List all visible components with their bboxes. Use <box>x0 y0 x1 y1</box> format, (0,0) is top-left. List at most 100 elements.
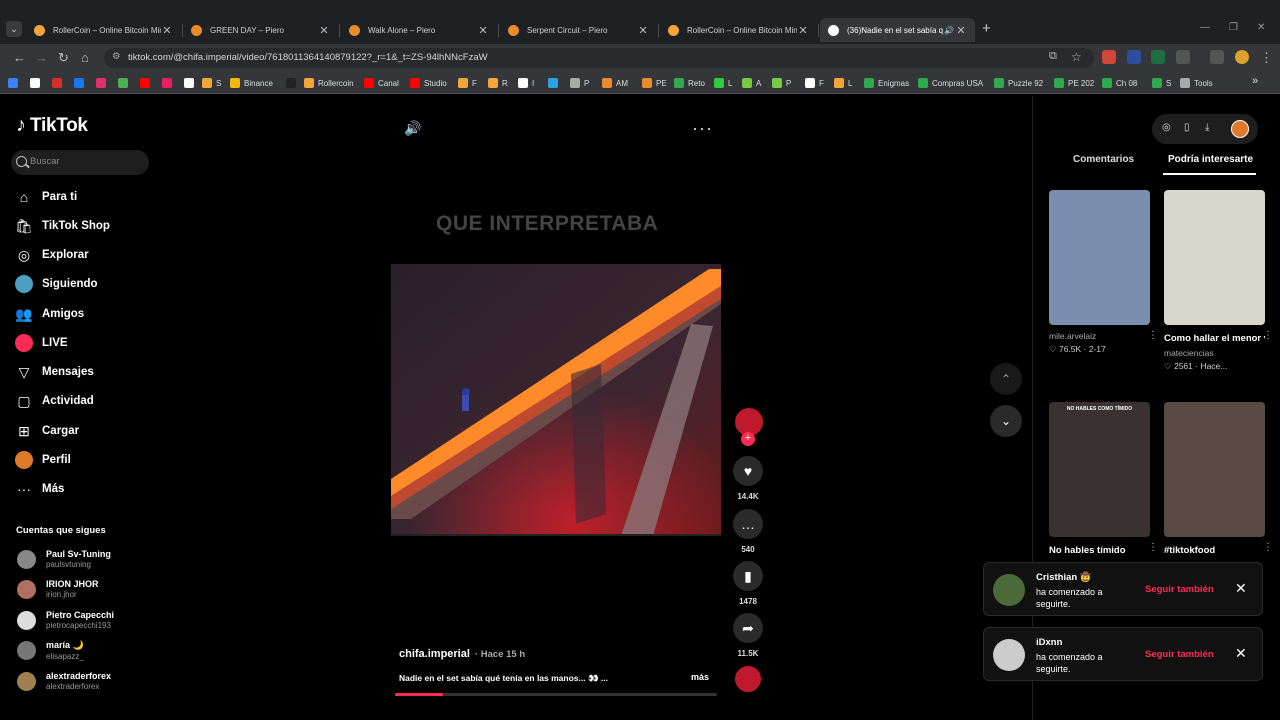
bookmark-item[interactable] <box>286 77 300 89</box>
tab-close-icon[interactable]: ✕ <box>161 24 173 37</box>
bookmark-item[interactable]: S <box>202 77 221 89</box>
nav-item-amigos[interactable]: 👥 Amigos <box>15 303 84 325</box>
follower-name[interactable]: iDxnn <box>1036 637 1062 648</box>
bookmark-item[interactable] <box>8 77 22 89</box>
close-icon[interactable]: ✕ <box>1235 580 1247 597</box>
suggested-video-card[interactable]: ⋮Como hallar el menor valor de n... matec… <box>1164 190 1273 372</box>
tab-search-icon[interactable]: ⌄ <box>6 21 22 37</box>
video-thumbnail[interactable] <box>1164 402 1265 537</box>
more-bookmarks-icon[interactable]: » <box>1252 75 1258 87</box>
bookmark-item[interactable]: Puzzle 92 <box>994 77 1043 89</box>
tab-close-icon[interactable]: ✕ <box>955 24 967 37</box>
bookmark-item[interactable]: Rollercoin <box>304 77 354 89</box>
author-handle[interactable]: chifa.imperial <box>399 648 470 660</box>
bookmark-item[interactable] <box>30 77 44 89</box>
bookmark-item[interactable] <box>548 77 562 89</box>
followed-account[interactable]: Paul Sv-Tuning paulsvtuning <box>17 546 111 572</box>
nav-item-mensajes[interactable]: ▽ Mensajes <box>15 361 94 383</box>
bookmark-item[interactable] <box>184 77 198 89</box>
extension-icon[interactable] <box>1127 50 1141 64</box>
bookmark-item[interactable]: Binance <box>230 77 273 89</box>
bookmark-item[interactable] <box>162 77 176 89</box>
share-icon[interactable]: ➦ <box>733 613 763 643</box>
bookmark-item[interactable]: S <box>1152 77 1171 89</box>
like-action[interactable]: ♥ 14.4K <box>733 456 763 501</box>
tab-audio-icon[interactable]: 🔊 <box>943 26 955 35</box>
nav-item-actividad[interactable]: ▢ Actividad <box>15 390 93 412</box>
follower-avatar[interactable] <box>993 574 1025 606</box>
extensions-puzzle-icon[interactable] <box>1176 50 1190 64</box>
close-window-icon[interactable]: ✕ <box>1257 22 1265 33</box>
save-action[interactable]: ▮ 1478 <box>733 561 763 606</box>
sound-disc-button[interactable] <box>733 664 763 694</box>
bookmark-item[interactable]: Reto <box>674 77 705 89</box>
bookmark-item[interactable]: PE <box>642 77 667 89</box>
tab-close-icon[interactable]: ✕ <box>477 24 489 37</box>
install-app-icon[interactable]: ⧉ <box>1049 50 1057 63</box>
creator-avatar-button[interactable]: + <box>733 406 765 446</box>
card-menu-icon[interactable]: ⋮ <box>1263 330 1273 341</box>
follow-back-button[interactable]: Seguir también <box>1145 649 1214 660</box>
suggested-video-card[interactable]: ⋮ #tiktokfood <box>1164 402 1273 558</box>
follow-plus-icon[interactable]: + <box>741 432 755 446</box>
tab-comments[interactable]: Comentarios <box>1073 154 1134 165</box>
follow-back-button[interactable]: Seguir también <box>1145 584 1214 595</box>
browser-tab[interactable]: RollerCoin – Online Bitcoin Mining✕ <box>660 18 817 42</box>
bookmark-item[interactable]: Compras USA <box>918 77 983 89</box>
nav-item-live[interactable]: ● LIVE <box>15 332 68 354</box>
bookmark-item[interactable]: Tools <box>1180 77 1213 89</box>
nav-item-perfil[interactable]: ● Perfil <box>15 449 71 471</box>
bookmark-icon[interactable]: ▮ <box>733 561 763 591</box>
previous-video-button[interactable]: ⌃ <box>990 363 1022 395</box>
download-icon[interactable]: ⤓ <box>1205 122 1209 133</box>
extension-icon[interactable] <box>1151 50 1165 64</box>
bookmark-item[interactable]: I <box>518 77 534 89</box>
share-action[interactable]: ➦ 11.5K <box>733 613 763 658</box>
sound-disc-icon[interactable] <box>733 664 763 694</box>
followed-account[interactable]: alextraderforex alextraderforex <box>17 668 111 694</box>
bookmark-item[interactable] <box>118 77 132 89</box>
tab-suggested[interactable]: Podría interesarte <box>1168 154 1253 165</box>
bookmark-item[interactable]: Canal <box>364 77 399 89</box>
site-info-icon[interactable]: ⚙ <box>112 51 121 62</box>
forward-icon[interactable]: → <box>35 50 48 65</box>
bookmark-item[interactable] <box>52 77 66 89</box>
more-options-icon[interactable]: ··· <box>692 118 713 139</box>
minimize-icon[interactable]: — <box>1200 22 1210 33</box>
url-field[interactable]: ⚙ tiktok.com/@chifa.imperial/video/76180… <box>104 48 1094 68</box>
more-description-button[interactable]: más <box>691 672 709 682</box>
bookmark-item[interactable]: PE 202 <box>1054 77 1094 89</box>
profile-avatar-icon[interactable] <box>1235 50 1249 64</box>
nav-item-cargar[interactable]: ⊞ Cargar <box>15 420 79 442</box>
browser-tab[interactable]: RollerCoin – Online Bitcoin Mining✕ <box>26 18 181 42</box>
bookmark-item[interactable]: L <box>714 77 732 89</box>
bookmark-item[interactable] <box>74 77 88 89</box>
reload-icon[interactable]: ↻ <box>58 50 69 66</box>
search-input[interactable]: Buscar <box>11 150 149 175</box>
nav-item-más[interactable]: ··· Más <box>15 478 64 500</box>
nav-item-siguiendo[interactable]: ● Siguiendo <box>15 273 98 295</box>
bookmark-item[interactable] <box>140 77 154 89</box>
device-icon[interactable]: ▯ <box>1184 122 1190 133</box>
browser-menu-icon[interactable]: ⋮ <box>1260 50 1273 66</box>
bookmark-item[interactable]: AM <box>602 77 628 89</box>
extension-icon[interactable] <box>1102 50 1116 64</box>
bookmark-item[interactable]: Ch 08 <box>1102 77 1137 89</box>
nav-item-tiktok-shop[interactable]: 🛍 TikTok Shop <box>15 215 110 237</box>
card-menu-icon[interactable]: ⋮ <box>1263 542 1273 553</box>
card-menu-icon[interactable]: ⋮ <box>1148 542 1158 553</box>
user-avatar[interactable] <box>1231 120 1249 138</box>
video-thumbnail[interactable] <box>1049 190 1150 325</box>
followed-account[interactable]: Pietro Capecchi pietrocapecchi193 <box>17 607 114 633</box>
next-video-button[interactable]: ⌄ <box>990 405 1022 437</box>
home-page-icon[interactable]: ⌂ <box>81 50 89 65</box>
card-menu-icon[interactable]: ⋮ <box>1148 330 1158 341</box>
bookmark-star-icon[interactable]: ☆ <box>1071 50 1082 64</box>
comment-action[interactable]: … 540 <box>733 509 763 554</box>
bookmark-item[interactable]: Studio <box>410 77 447 89</box>
heart-icon[interactable]: ♥ <box>733 456 763 486</box>
maximize-icon[interactable]: ❐ <box>1229 22 1238 33</box>
bookmark-item[interactable]: R <box>488 77 508 89</box>
followed-account[interactable]: IRION JHOR irion.jhor <box>17 576 99 602</box>
video-author[interactable]: chifa.imperial · Hace 15 h <box>399 648 525 660</box>
